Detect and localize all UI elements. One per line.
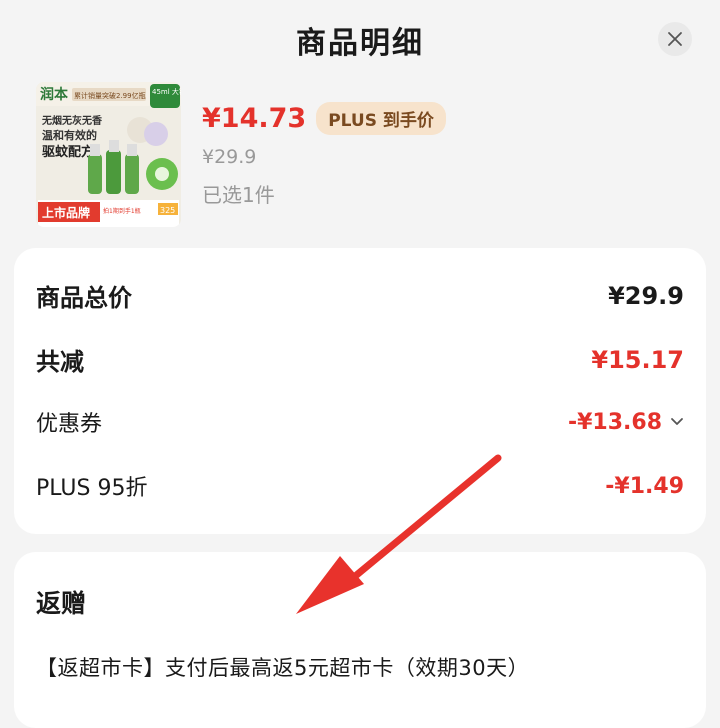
plus-price-badge: PLUS 到手价 <box>316 102 446 135</box>
gift-description: 【返超市卡】支付后最高返5元超市卡（效期30天） <box>36 656 530 680</box>
thumb-brand: 润本 <box>40 86 69 103</box>
price-row: ¥14.73 PLUS 到手价 <box>202 102 446 135</box>
total-price-value: ¥29.9 <box>608 281 684 310</box>
thumb-slogan-3: 驱蚊配方 <box>42 144 94 160</box>
total-price-row: 商品总价 ¥29.9 <box>36 278 684 313</box>
thumb-sales-tag: 累计销量突破2.99亿瓶 <box>74 91 146 100</box>
selected-quantity: 已选1件 <box>202 183 275 207</box>
thumb-capacity: 45ml 大容量 <box>152 87 181 96</box>
plus-discount-row: PLUS 95折 -¥1.49 <box>36 470 684 502</box>
total-discount-row: 共减 ¥15.17 <box>36 342 684 377</box>
gift-card: 返赠 【返超市卡】支付后最高返5元超市卡（效期30天） <box>14 552 706 728</box>
plus-price: ¥14.73 <box>202 103 307 134</box>
original-price: ¥29.9 <box>202 146 257 168</box>
plus-discount-label: PLUS 95折 <box>36 476 148 501</box>
thumb-banner: 上市品牌 <box>42 205 90 220</box>
product-detail-sheet: 商品明细 润本 累计销量突破2.99亿瓶 45ml 大容量 无烟无灰无香 温和有… <box>0 0 720 728</box>
page-title: 商品明细 <box>296 26 424 61</box>
total-discount-value: ¥15.17 <box>591 345 684 374</box>
gift-title: 返赠 <box>36 589 87 618</box>
thumb-slogan-1: 无烟无灰无香 <box>41 114 102 127</box>
total-price-label: 商品总价 <box>36 284 132 312</box>
coupon-label: 优惠券 <box>36 412 103 437</box>
total-discount-label: 共减 <box>36 348 84 376</box>
close-icon <box>668 32 682 46</box>
coupon-value: -¥13.68 <box>567 409 662 435</box>
thumb-slogan-2: 温和有效的 <box>42 128 97 142</box>
sheet-header: 商品明细 <box>0 0 720 80</box>
coupon-row[interactable]: 优惠券 -¥13.68 <box>36 406 684 438</box>
chevron-down-icon <box>671 418 683 425</box>
coupon-value-group[interactable]: -¥13.68 <box>568 410 684 435</box>
thumb-banner-right: 拍1期到手1瓶 <box>103 207 141 215</box>
thumb-badge-num: 325 <box>160 206 175 215</box>
product-info: 润本 累计销量突破2.99亿瓶 45ml 大容量 无烟无灰无香 温和有效的 驱蚊… <box>36 82 686 230</box>
product-thumbnail[interactable]: 润本 累计销量突破2.99亿瓶 45ml 大容量 无烟无灰无香 温和有效的 驱蚊… <box>36 82 181 227</box>
plus-discount-value: -¥1.49 <box>605 473 684 499</box>
close-button[interactable] <box>658 22 692 56</box>
price-summary-card: 商品总价 ¥29.9 共减 ¥15.17 优惠券 -¥13.68 PLUS 95… <box>14 248 706 534</box>
product-image: 润本 累计销量突破2.99亿瓶 45ml 大容量 无烟无灰无香 温和有效的 驱蚊… <box>36 82 181 227</box>
